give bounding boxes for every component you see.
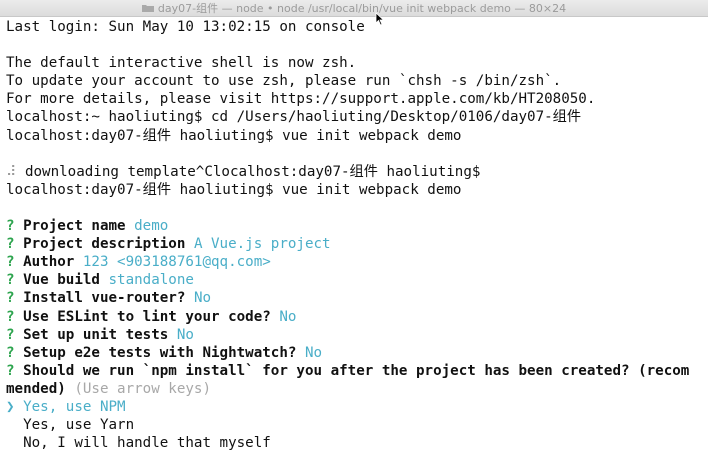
question-mark-icon: ?	[6, 290, 15, 307]
prompt-answer: standalone	[108, 272, 194, 289]
prompt-npm-install: ? Should we run `npm install` for you af…	[6, 362, 706, 380]
question-mark-icon: ?	[6, 344, 15, 361]
prompt-hint: (Use arrow keys)	[74, 380, 212, 397]
downloading-line: ⠼ downloading template^Clocalhost:day07-…	[6, 163, 706, 181]
downloading-text: downloading template^Clocalhost:day07-组件…	[16, 163, 481, 180]
window-title: day07-组件 — node • node /usr/local/bin/vu…	[157, 2, 567, 15]
prompt-question: Project name	[23, 218, 126, 235]
option-label: No, I will handle that myself	[23, 435, 271, 452]
prompt-vue-build: ? Vue build standalone	[6, 271, 706, 289]
last-login-line: Last login: Sun May 10 13:02:15 on conso…	[6, 19, 365, 35]
question-mark-icon: ?	[6, 272, 15, 289]
option-manual[interactable]: No, I will handle that myself	[6, 434, 706, 452]
title-bar[interactable]: day07-组件 — node • node /usr/local/bin/vu…	[0, 0, 708, 17]
prompt-question: Install vue-router?	[23, 290, 186, 307]
prompt-question: Should we run `npm install` for you afte…	[23, 362, 690, 379]
option-use-npm[interactable]: ❯ Yes, use NPM	[6, 398, 706, 416]
prompt-question: Use ESLint to lint your code?	[23, 308, 271, 325]
question-mark-icon: ?	[6, 362, 15, 379]
option-label: Yes, use Yarn	[23, 417, 135, 434]
prompt-npm-install-cont: mended) (Use arrow keys)	[6, 380, 706, 398]
terminal-window: day07-组件 — node • node /usr/local/bin/vu…	[0, 0, 708, 462]
prompt-project-description: ? Project description A Vue.js project	[6, 235, 706, 253]
prompt-answer: No	[193, 290, 212, 307]
question-mark-icon: ?	[6, 218, 15, 235]
cd-command-line: localhost:~ haoliuting$ cd /Users/haoliu…	[6, 109, 582, 126]
prompt-question: Project description	[23, 236, 186, 253]
zsh-details-line: For more details, please visit https://s…	[6, 91, 596, 108]
zsh-notice-line: The default interactive shell is now zsh…	[6, 55, 357, 72]
prompt-author: ? Author 123 <903188761@qq.com>	[6, 253, 706, 271]
prompt-answer: No	[279, 308, 297, 325]
prompt-question: Author	[23, 254, 75, 271]
option-label: Yes, use NPM	[23, 398, 126, 415]
spinner-icon: ⠼	[6, 163, 17, 180]
prompt-e2e-tests: ? Setup e2e tests with Nightwatch? No	[6, 344, 706, 362]
prompt-question: Set up unit tests	[23, 326, 169, 343]
title-wrap: day07-组件 — node • node /usr/local/bin/vu…	[141, 0, 567, 16]
prompt-answer: 123 <903188761@qq.com>	[82, 254, 271, 271]
init-command-line: localhost:day07-组件 haoliuting$ vue init …	[6, 127, 462, 144]
prompt-answer: A Vue.js project	[193, 236, 331, 253]
prompt-question: Vue build	[23, 272, 100, 289]
zsh-update-line: To update your account to use zsh, pleas…	[6, 73, 562, 90]
prompt-unit-tests: ? Set up unit tests No	[6, 326, 706, 344]
init-command-line-2: localhost:day07-组件 haoliuting$ vue init …	[6, 181, 462, 198]
pointer-icon: ❯	[6, 398, 15, 415]
prompt-eslint: ? Use ESLint to lint your code? No	[6, 308, 706, 326]
option-use-yarn[interactable]: Yes, use Yarn	[6, 416, 706, 434]
folder-icon	[141, 5, 154, 12]
prompt-vue-router: ? Install vue-router? No	[6, 289, 706, 307]
prompt-answer: No	[176, 326, 194, 343]
prompt-answer: demo	[134, 218, 169, 235]
question-mark-icon: ?	[6, 236, 15, 253]
prompt-question-cont: mended)	[6, 380, 66, 397]
prompt-question: Setup e2e tests with Nightwatch?	[23, 344, 297, 361]
prompt-project-name: ? Project name demo	[6, 217, 706, 235]
question-mark-icon: ?	[6, 308, 15, 325]
question-mark-icon: ?	[6, 254, 15, 271]
prompt-answer: No	[304, 344, 323, 361]
terminal-output[interactable]: Last login: Sun May 10 13:02:15 on conso…	[6, 18, 706, 452]
question-mark-icon: ?	[6, 326, 15, 343]
